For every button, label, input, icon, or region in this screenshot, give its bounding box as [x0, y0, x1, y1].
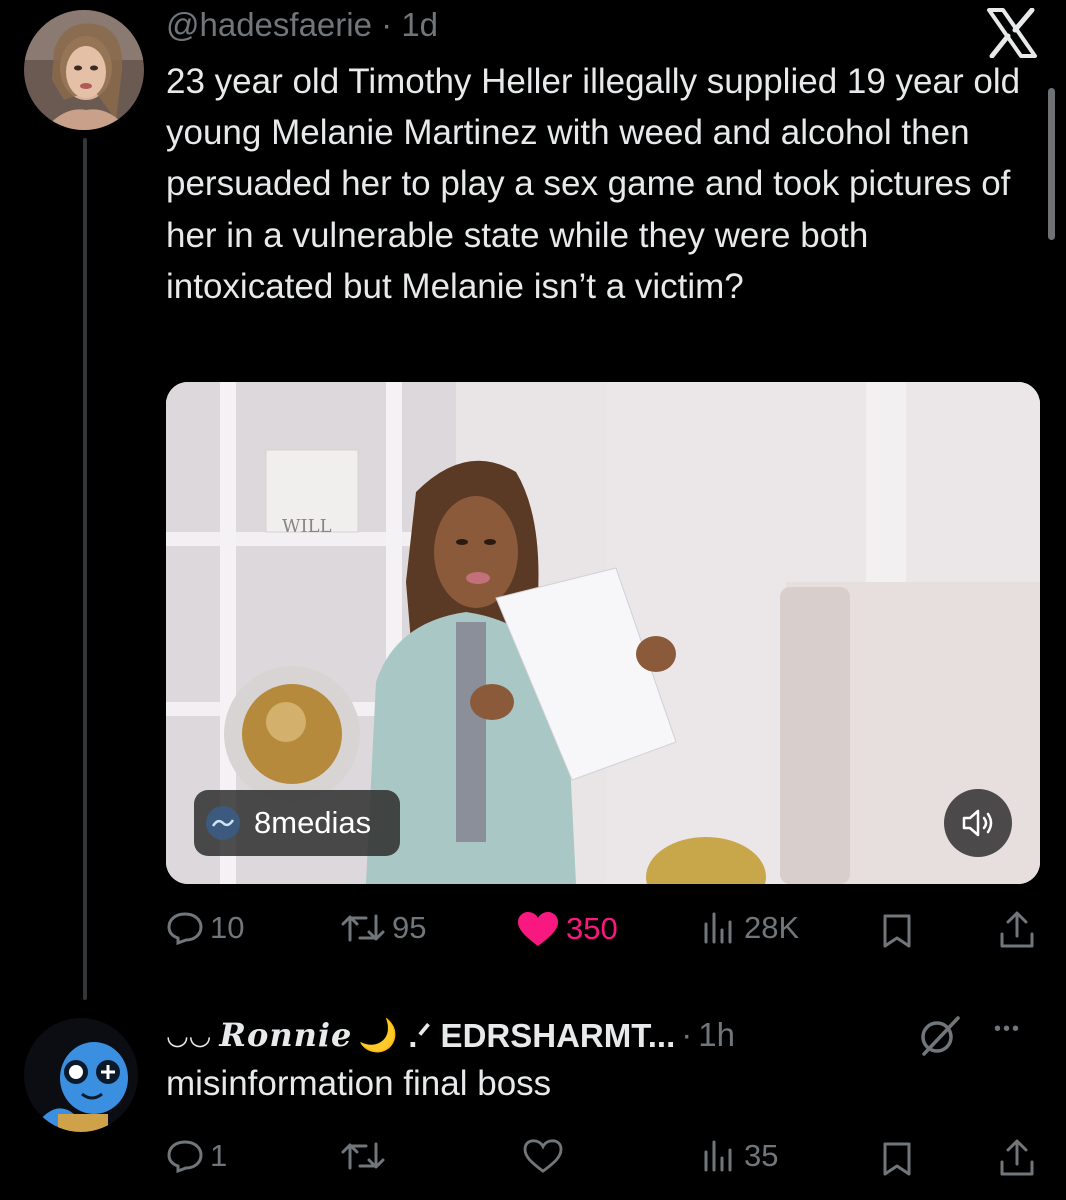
reply-reply-button[interactable]: 1 — [166, 1138, 227, 1174]
views-icon — [704, 1140, 732, 1172]
bookmark-icon — [883, 1142, 911, 1176]
tweet-timestamp[interactable]: 1d — [401, 6, 438, 43]
reply-header-separator: · — [681, 1016, 693, 1053]
reply-header: ◡◡ Ronnie 🌙 .ᐟ EDRSHARMT... · 1h — [166, 1010, 735, 1060]
share-button[interactable] — [998, 910, 1042, 950]
more-options-button[interactable]: ••• — [994, 1018, 1021, 1041]
video-source-badge[interactable]: 8medias — [194, 790, 400, 856]
reply-views-count: 35 — [744, 1138, 779, 1173]
reply-share-button[interactable] — [998, 1138, 1042, 1178]
reply-repost-button[interactable] — [340, 1138, 392, 1174]
display-name-suffix[interactable]: .ᐟ EDRSHARMT... — [408, 1016, 675, 1055]
mute-icon — [962, 809, 993, 837]
display-name-fancy[interactable]: Ronnie — [219, 1016, 352, 1054]
source-logo-icon — [206, 806, 240, 840]
thread-connector-line — [83, 138, 87, 1000]
reply-like-button[interactable] — [522, 1138, 570, 1174]
shelf-sign-text: WILL — [282, 516, 332, 537]
grok-icon — [921, 1016, 960, 1056]
views-icon — [704, 912, 732, 944]
tweet-text: 23 year old Timothy Heller illegally sup… — [166, 62, 1021, 306]
reply-button[interactable]: 10 — [166, 910, 244, 946]
grok-button[interactable] — [916, 1012, 962, 1058]
bookmark-icon — [883, 914, 911, 948]
scrollbar[interactable] — [1048, 88, 1055, 240]
header-separator: · — [381, 6, 393, 43]
tweet-video[interactable]: WILL 8medias — [166, 382, 1040, 884]
views-count: 28K — [744, 910, 800, 945]
more-icon: ••• — [994, 1018, 1022, 1040]
like-button[interactable]: 350 — [516, 910, 618, 948]
author-handle[interactable]: @hadesfaerie — [166, 6, 372, 43]
moon-emoji: 🌙 — [358, 1017, 399, 1053]
x-logo-icon — [986, 7, 1038, 59]
share-icon — [1000, 911, 1034, 948]
views-button[interactable]: 28K — [702, 910, 799, 946]
reply-reply-count: 1 — [210, 1138, 228, 1173]
display-name-prefix: ◡◡ — [166, 1019, 212, 1050]
repost-count: 95 — [392, 910, 427, 945]
mute-toggle-button[interactable] — [944, 789, 1012, 857]
video-source-label: 8medias — [254, 805, 372, 840]
reply-bookmark-button[interactable] — [880, 1140, 920, 1178]
reply-text: misinformation final boss — [166, 1064, 552, 1103]
reply-avatar-image — [24, 1018, 138, 1132]
repost-icon — [341, 914, 385, 942]
like-icon — [523, 1139, 563, 1173]
reply-views-button[interactable]: 35 — [702, 1138, 778, 1174]
reply-timestamp[interactable]: 1h — [698, 1016, 735, 1054]
reply-icon — [167, 1140, 203, 1174]
repost-icon — [341, 1142, 385, 1170]
bookmark-button[interactable] — [880, 912, 920, 950]
like-icon — [518, 912, 558, 946]
like-count: 350 — [566, 911, 618, 946]
tweet-header: @hadesfaerie · 1d — [166, 6, 438, 44]
tweet-author-avatar[interactable] — [24, 10, 144, 130]
repost-button[interactable]: 95 — [340, 910, 426, 946]
reply-author-avatar[interactable] — [24, 1018, 138, 1132]
reply-count: 10 — [210, 910, 245, 945]
reply-icon — [167, 912, 203, 946]
avatar-image — [24, 10, 144, 130]
share-icon — [1000, 1139, 1034, 1176]
